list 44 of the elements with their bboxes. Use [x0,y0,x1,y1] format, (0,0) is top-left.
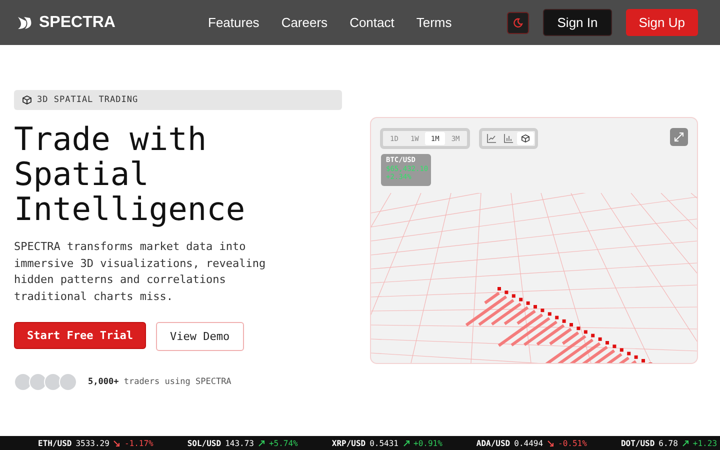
ticker-change: +1.23 [692,438,718,448]
expand-icon [674,132,684,142]
ticker-price: 0.5431 [370,438,398,448]
theme-toggle-button[interactable] [507,12,530,34]
hero-title: Intelligence [14,192,246,227]
line-chart-icon [486,134,496,143]
cube-view-tab[interactable] [516,132,534,145]
logo-icon [16,14,34,30]
ticker-price: 143.73 [225,438,254,448]
avatar-circle [29,373,47,391]
ticker-pair: ETH/USD [38,438,72,448]
ticker-pair: XRP/USD [332,438,366,448]
ticker-price: 6.78 [658,438,678,448]
cube-icon [22,95,32,105]
ticker-change: -1.17% [124,438,154,448]
sign-in-button[interactable]: Sign In [543,9,612,36]
social-proof-text: 5,000+ traders using SPECTRA [88,377,232,387]
view-demo-button[interactable]: View Demo [156,322,244,351]
nav-link[interactable]: Features [208,15,260,30]
ticker-pair: DOT/USD [620,438,655,448]
moon-icon [513,18,524,28]
brand-name: SPECTRA [39,14,116,32]
ticker-price: 0.4494 [514,438,544,448]
nav-link[interactable]: Careers [281,15,328,30]
bar-chart-icon [504,134,513,143]
hero-title: Trade with [14,122,207,157]
nav-link[interactable]: Contact [350,15,394,30]
avatar-circle [14,373,32,391]
avatar-circle [44,373,62,391]
sign-up-button[interactable]: Sign Up [626,9,698,36]
avatar-circle [59,373,77,391]
badge-label: 3D SPATIAL TRADING [37,95,138,105]
ticker-change: +0.91% [414,438,442,448]
ticker-change: -0.51% [558,438,587,448]
ticker-pair: ADA/USD [476,438,510,448]
hero-description: SPECTRA transforms market data into immersive 3D visualizations, revealing hidden patterns and correlations traditional charts miss. [14,239,267,304]
start-trial-button[interactable]: Start Free Trial [14,322,146,349]
ticker-price: 3533.29 [76,438,110,448]
ticker-change: +5.74% [268,438,298,448]
expand-button[interactable] [670,128,688,146]
cube-icon [520,134,530,143]
ticker-pair: SOL/USD [187,438,222,448]
nav-link[interactable]: Terms [416,15,452,30]
hero-title: Spatial [14,157,149,192]
